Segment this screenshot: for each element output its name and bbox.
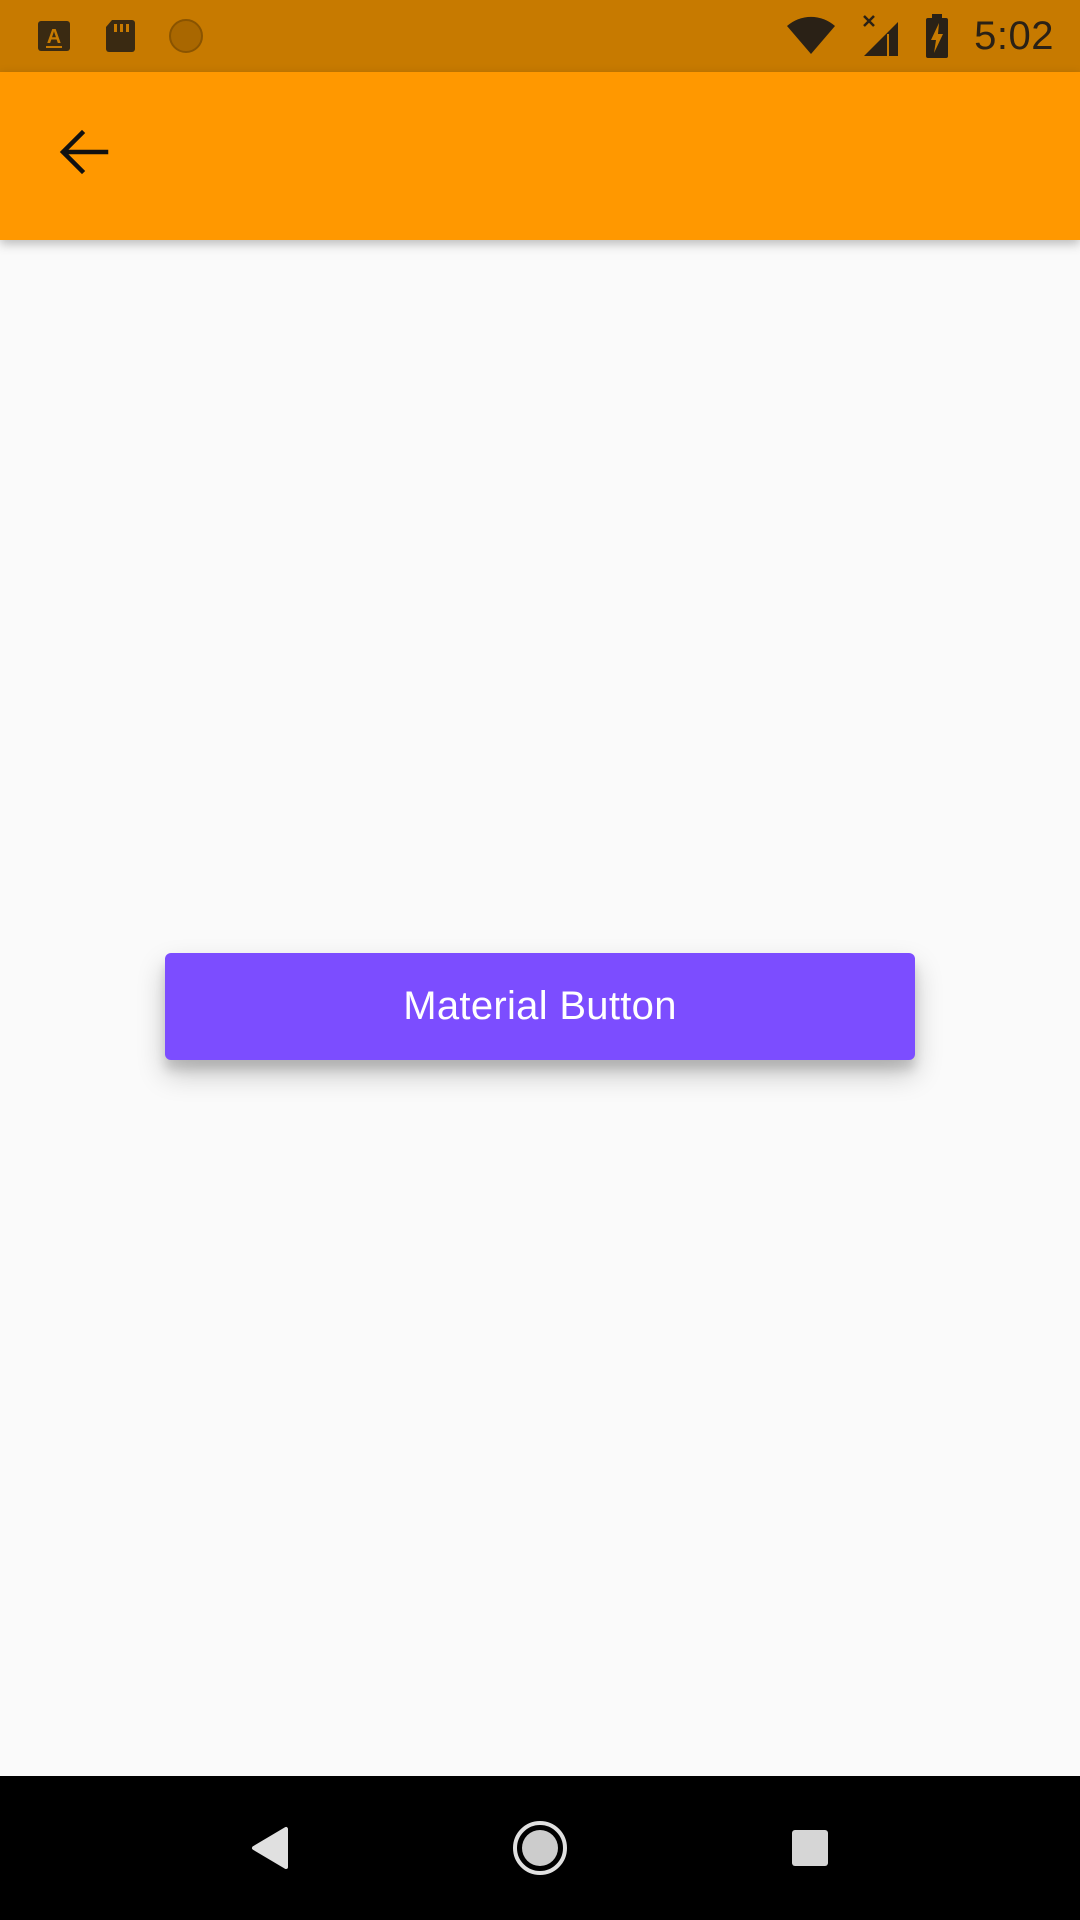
app-bar: [0, 72, 1080, 240]
cell-signal-no-service-icon: [863, 15, 899, 56]
battery-charging-icon: [926, 14, 949, 58]
nav-recents-button[interactable]: [765, 1803, 855, 1893]
nav-home-button[interactable]: [495, 1803, 585, 1893]
circle-notification-icon: [169, 19, 203, 53]
back-button[interactable]: [40, 108, 128, 196]
wifi-icon: [787, 16, 836, 54]
home-circle-icon: [513, 1821, 567, 1875]
status-bar: A 5:02: [0, 0, 1080, 72]
arrow-back-icon: [59, 129, 109, 175]
back-triangle-icon: [252, 1827, 288, 1869]
navigation-bar: [0, 1776, 1080, 1920]
status-time: 5:02: [974, 13, 1054, 58]
sd-card-icon: [106, 20, 135, 52]
status-bar-right: 5:02: [786, 13, 1080, 59]
main-content: Material Button: [0, 240, 1080, 1776]
app-screen: A 5:02 Material Button: [0, 0, 1080, 1920]
svg-text:A: A: [47, 26, 61, 48]
status-bar-left: A: [0, 18, 204, 54]
accessibility-a-icon: A: [38, 21, 70, 51]
material-button-label: Material Button: [403, 984, 677, 1028]
material-button[interactable]: Material Button: [165, 953, 915, 1060]
recents-square-icon: [792, 1830, 828, 1866]
nav-back-button[interactable]: [225, 1803, 315, 1893]
